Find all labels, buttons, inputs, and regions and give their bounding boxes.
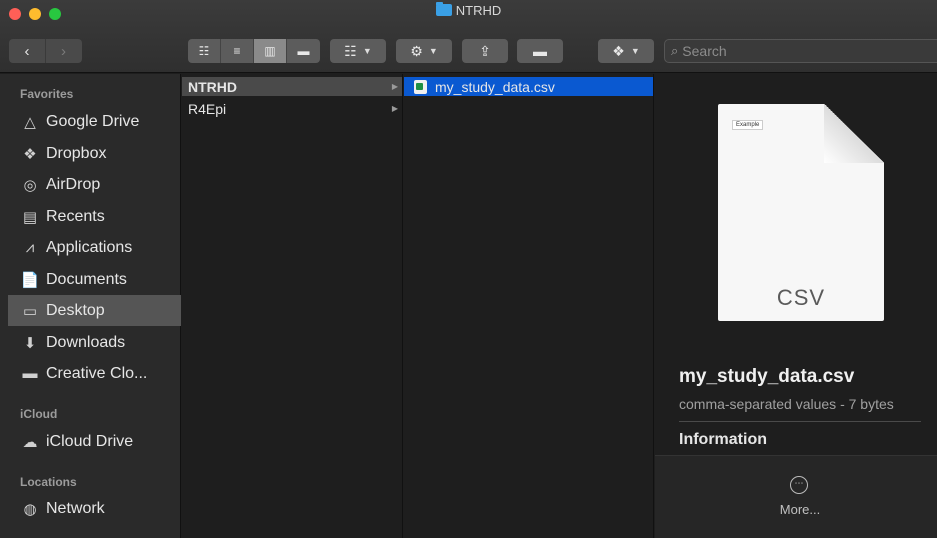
sidebar-item-documents[interactable]: 📄 Documents bbox=[8, 264, 181, 295]
sidebar-item-creative-cloud[interactable]: ▬ Creative Clo... bbox=[8, 358, 181, 389]
network-icon: ◍ bbox=[23, 500, 37, 518]
list-icon: ≡ bbox=[233, 44, 241, 58]
divider bbox=[679, 421, 921, 422]
tag-icon: ▬ bbox=[533, 43, 547, 59]
search-input[interactable] bbox=[682, 43, 923, 59]
title-bar: NTRHD ‹ › ☷ ≡ ▥ ▬ ☷ ▼ ⚙ ▼ ⇪ ▬ ❖ ▼ ⌕ bbox=[0, 0, 937, 73]
documents-icon: 📄 bbox=[20, 271, 40, 289]
sidebar-heading-icloud: iCloud bbox=[20, 407, 58, 421]
preview-kind: comma-separated values - 7 bytes bbox=[679, 396, 894, 412]
forward-button[interactable]: › bbox=[46, 39, 82, 63]
columns-icon: ▥ bbox=[264, 44, 276, 58]
gear-icon: ⚙ bbox=[410, 42, 423, 59]
group-by-button[interactable]: ☷ ▼ bbox=[330, 39, 386, 63]
recents-icon: ▤ bbox=[22, 208, 38, 226]
sidebar-item-desktop[interactable]: ▭ Desktop bbox=[8, 295, 181, 326]
folder-icon: ▬ bbox=[22, 365, 38, 382]
back-forward-group: ‹ › bbox=[9, 39, 82, 63]
folder-row-r4epi[interactable]: R4Epi ▶ bbox=[182, 99, 402, 118]
folder-icon bbox=[435, 2, 452, 16]
list-view-button[interactable]: ≡ bbox=[221, 39, 254, 63]
dropbox-menu-button[interactable]: ❖ ▼ bbox=[598, 39, 654, 63]
tags-button[interactable]: ▬ bbox=[517, 39, 563, 63]
chevron-down-icon: ▼ bbox=[362, 46, 372, 56]
cloud-icon: ☁ bbox=[22, 433, 38, 451]
more-button[interactable]: More... bbox=[655, 502, 937, 517]
browser-column-2: my_study_data.csv bbox=[404, 74, 654, 538]
dropbox-icon: ❖ bbox=[612, 42, 625, 59]
action-menu-button[interactable]: ⚙ ▼ bbox=[396, 39, 452, 63]
share-button[interactable]: ⇪ bbox=[462, 39, 508, 63]
disclosure-arrow-icon: ▶ bbox=[391, 82, 398, 91]
search-field[interactable]: ⌕ bbox=[664, 39, 937, 63]
more-icon[interactable]: ⋯ bbox=[790, 476, 808, 494]
finder-window: NTRHD ‹ › ☷ ≡ ▥ ▬ ☷ ▼ ⚙ ▼ ⇪ ▬ ❖ ▼ ⌕ Sear… bbox=[0, 0, 937, 538]
sidebar-heading-favorites: Favorites bbox=[20, 87, 74, 101]
chevron-down-icon: ▼ bbox=[428, 46, 438, 56]
icon-view-button[interactable]: ☷ bbox=[188, 39, 221, 63]
search-icon: ⌕ bbox=[671, 43, 679, 58]
dropbox-icon: ❖ bbox=[23, 145, 37, 163]
chevron-right-icon: › bbox=[61, 42, 66, 60]
csv-file-icon bbox=[414, 79, 427, 94]
google-drive-icon: △ bbox=[24, 113, 36, 131]
desktop-icon: ▭ bbox=[22, 302, 38, 320]
information-heading: Information bbox=[679, 431, 767, 448]
sidebar-item-downloads[interactable]: ⬇ Downloads bbox=[8, 327, 181, 358]
sidebar-item-recents[interactable]: ▤ Recents bbox=[8, 201, 181, 232]
view-mode-group: ☷ ≡ ▥ ▬ bbox=[188, 39, 320, 63]
preview-filename: my_study_data.csv bbox=[679, 366, 855, 387]
grid-icon: ☷ bbox=[198, 44, 210, 58]
chevron-down-icon: ▼ bbox=[630, 46, 640, 56]
disclosure-arrow-icon: ▶ bbox=[391, 104, 398, 113]
file-thumbnail: Example CSV bbox=[718, 104, 884, 321]
airdrop-icon: ◎ bbox=[23, 176, 37, 194]
sidebar-item-google-drive[interactable]: △ Google Drive bbox=[8, 106, 181, 137]
sidebar-heading-locations: Locations bbox=[20, 475, 77, 489]
sidebar-item-icloud-drive[interactable]: ☁ iCloud Drive bbox=[8, 426, 181, 457]
sidebar-item-network[interactable]: ◍ Network bbox=[8, 493, 181, 524]
window-title: NTRHD bbox=[0, 2, 937, 18]
preview-actions: ⋯ More... bbox=[655, 455, 937, 538]
gallery-view-button[interactable]: ▬ bbox=[287, 39, 320, 63]
column-view-button[interactable]: ▥ bbox=[254, 39, 287, 63]
share-icon: ⇪ bbox=[479, 42, 491, 59]
sidebar-item-dropbox[interactable]: ❖ Dropbox bbox=[8, 138, 181, 169]
downloads-icon: ⬇ bbox=[23, 334, 37, 352]
back-button[interactable]: ‹ bbox=[10, 39, 46, 63]
folder-row-ntrhd[interactable]: NTRHD ▶ bbox=[182, 77, 402, 96]
sidebar-item-applications[interactable]: ⩘ Applications bbox=[8, 232, 181, 263]
group-icon: ☷ bbox=[344, 42, 357, 59]
sidebar-item-airdrop[interactable]: ◎ AirDrop bbox=[8, 169, 181, 200]
applications-icon: ⩘ bbox=[25, 239, 35, 256]
file-row-my-study-data[interactable]: my_study_data.csv bbox=[404, 77, 653, 96]
preview-pane: Example CSV my_study_data.csv comma-sepa… bbox=[655, 74, 937, 538]
thumbnail-extension: CSV bbox=[776, 285, 826, 310]
sidebar: Favorites △ Google Drive ❖ Dropbox ◎ Air… bbox=[0, 74, 181, 538]
browser-column-1: NTRHD ▶ R4Epi ▶ bbox=[182, 74, 403, 538]
thumbnail-example-label: Example bbox=[732, 120, 764, 130]
chevron-left-icon: ‹ bbox=[24, 42, 30, 60]
gallery-icon: ▬ bbox=[297, 44, 310, 58]
